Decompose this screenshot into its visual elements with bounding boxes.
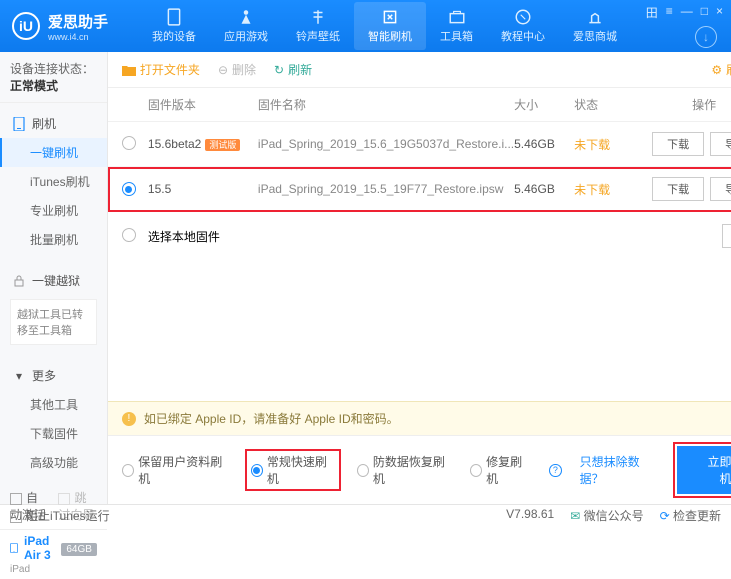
col-version: 固件版本 (148, 96, 258, 113)
minimize-button[interactable]: — (681, 4, 693, 21)
delete-icon: ⊖ (218, 63, 228, 77)
download-button[interactable]: 下载 (652, 177, 704, 201)
block-itunes-checkbox[interactable]: 阻止iTunes运行 (10, 507, 110, 524)
nav-icon (165, 8, 183, 26)
brand-url: www.i4.cn (48, 32, 108, 42)
sidebar-group-jailbreak[interactable]: 一键越狱 (0, 266, 107, 295)
tablet-icon (10, 539, 18, 557)
sidebar-item-flash-2[interactable]: 专业刷机 (0, 196, 107, 225)
wechat-link[interactable]: ✉ 微信公众号 (570, 507, 643, 524)
mode-option-0[interactable]: 保留用户资料刷机 (122, 453, 229, 487)
connection-status: 设备连接状态：正常模式 (0, 52, 107, 103)
sidebar-item-more-1[interactable]: 下载固件 (0, 419, 107, 448)
gear-icon: ⚙ (711, 63, 722, 77)
refresh-icon: ↻ (274, 63, 284, 77)
version-label: V7.98.61 (506, 507, 554, 524)
menu-button[interactable]: ≡ (666, 4, 673, 21)
col-state: 状态 (574, 96, 634, 113)
nav-icon (586, 8, 604, 26)
nav-toolbox[interactable]: 工具箱 (426, 2, 487, 50)
erase-only-link[interactable]: 只想抹除数据？ (580, 453, 659, 487)
nav-ringtone[interactable]: 铃声壁纸 (282, 2, 354, 50)
import-button[interactable]: 导入 (710, 132, 731, 156)
app-logo: iU (12, 12, 40, 40)
update-icon: ⟳ (660, 509, 673, 523)
sidebar-item-flash-3[interactable]: 批量刷机 (0, 225, 107, 254)
nav-icon (514, 8, 532, 26)
delete-button: ⊖删除 (218, 61, 256, 78)
col-name: 固件名称 (258, 96, 514, 113)
sidebar-group-more[interactable]: ▾ 更多 (0, 361, 107, 390)
phone-icon (12, 117, 26, 131)
chevron-down-icon: ▾ (12, 369, 26, 383)
firmware-row[interactable]: 15.5iPad_Spring_2019_15.5_19F77_Restore.… (108, 167, 731, 212)
nav-apps[interactable]: 应用游戏 (210, 2, 282, 50)
maximize-button[interactable]: □ (701, 4, 708, 21)
download-indicator-icon[interactable]: ↓ (695, 26, 717, 48)
warning-icon: ! (122, 412, 136, 426)
local-import-button[interactable]: 导入 (722, 224, 731, 248)
local-firmware-label: 选择本地固件 (148, 228, 220, 245)
close-button[interactable]: × (716, 4, 723, 21)
nav-icon (381, 8, 399, 26)
refresh-button[interactable]: ↻刷新 (274, 61, 312, 78)
firmware-row[interactable]: 15.6beta2测试版iPad_Spring_2019_15.6_19G503… (108, 122, 731, 167)
folder-icon (122, 64, 136, 76)
nav-flash[interactable]: 智能刷机 (354, 2, 426, 50)
sidebar-item-more-2[interactable]: 高级功能 (0, 448, 107, 477)
mode-option-1[interactable]: 常规快速刷机 (247, 451, 339, 489)
start-flash-button[interactable]: 立即刷机 (677, 446, 731, 494)
sidebar-item-flash-0[interactable]: 一键刷机 (0, 138, 107, 167)
jailbreak-notice: 越狱工具已转移至工具箱 (10, 299, 97, 345)
download-button[interactable]: 下载 (652, 132, 704, 156)
sidebar-item-more-0[interactable]: 其他工具 (0, 390, 107, 419)
check-update-link[interactable]: ⟳ 检查更新 (660, 507, 721, 524)
nav-icon (309, 8, 327, 26)
grid-button[interactable]: 田 (646, 4, 658, 21)
open-folder-button[interactable]: 打开文件夹 (122, 61, 200, 78)
sidebar-group-flash[interactable]: 刷机 (0, 109, 107, 138)
col-ops: 操作 (634, 96, 731, 113)
appleid-warning: ! 如已绑定 Apple ID，请准备好 Apple ID和密码。 × (108, 401, 731, 435)
help-icon[interactable]: ? (549, 464, 561, 477)
local-firmware-radio[interactable] (122, 228, 136, 242)
wechat-icon: ✉ (570, 509, 583, 523)
nav-icon (237, 8, 255, 26)
nav-tutorial[interactable]: 教程中心 (487, 2, 559, 50)
flash-settings-button[interactable]: ⚙刷机设置 (711, 61, 731, 78)
firmware-radio[interactable] (122, 182, 136, 196)
import-button[interactable]: 导入 (710, 177, 731, 201)
mode-option-3[interactable]: 修复刷机 (470, 453, 531, 487)
firmware-radio[interactable] (122, 136, 136, 150)
col-size: 大小 (514, 96, 574, 113)
nav-store[interactable]: 爱思商城 (559, 2, 631, 50)
lock-icon (12, 274, 26, 288)
brand-name: 爱思助手 (48, 11, 108, 32)
nav-icon (448, 8, 466, 26)
device-card[interactable]: iPad Air 3 64GB iPad (0, 529, 107, 579)
sidebar-item-flash-1[interactable]: iTunes刷机 (0, 167, 107, 196)
mode-option-2[interactable]: 防数据恢复刷机 (357, 453, 452, 487)
nav-device[interactable]: 我的设备 (138, 2, 210, 50)
beta-badge: 测试版 (205, 139, 240, 151)
